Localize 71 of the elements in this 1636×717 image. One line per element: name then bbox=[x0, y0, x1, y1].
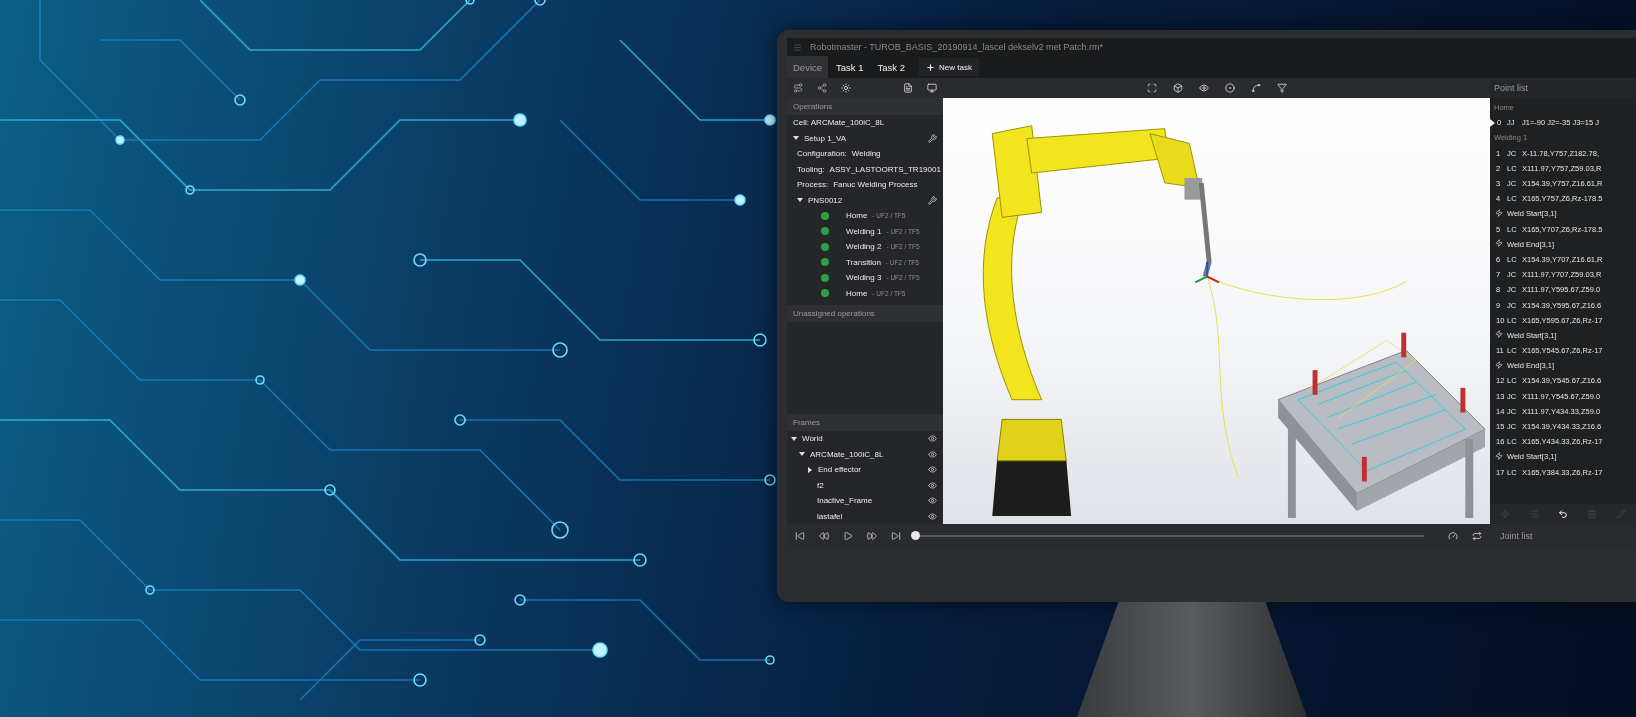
property-label: Tooling: bbox=[797, 164, 825, 174]
joint-list-tab[interactable]: Joint list bbox=[1490, 524, 1636, 548]
nodes-icon[interactable] bbox=[817, 83, 827, 93]
operation-name[interactable]: Home bbox=[846, 288, 868, 298]
skip-forward-button[interactable] bbox=[891, 531, 901, 541]
lightning-icon bbox=[1494, 330, 1503, 339]
rewind-button[interactable] bbox=[819, 531, 829, 541]
caret-right-icon[interactable] bbox=[807, 466, 813, 473]
panel-title: Point list bbox=[1494, 83, 1528, 93]
eye-icon[interactable] bbox=[928, 511, 937, 521]
fit-view-icon[interactable] bbox=[1146, 83, 1157, 93]
frame-name[interactable]: f2 bbox=[817, 480, 824, 490]
lightning-icon bbox=[1499, 509, 1510, 519]
skip-back-button[interactable] bbox=[795, 531, 805, 541]
operation-name[interactable]: Welding 2 bbox=[846, 242, 882, 252]
monitor-icon[interactable] bbox=[927, 83, 937, 93]
operation-name[interactable]: Transition bbox=[846, 257, 881, 267]
frame-name[interactable]: Inactive_Frame bbox=[817, 496, 873, 506]
setup-name[interactable]: Setup 1_VA bbox=[804, 133, 847, 143]
section-title: Unassigned operations bbox=[793, 309, 875, 318]
lightning-icon bbox=[1494, 239, 1503, 248]
wrench-icon[interactable] bbox=[928, 133, 937, 143]
caret-down-icon[interactable] bbox=[793, 135, 799, 142]
timeline-thumb[interactable] bbox=[911, 531, 920, 540]
property-label: Configuration: bbox=[797, 149, 847, 159]
loop-button[interactable] bbox=[1472, 531, 1482, 541]
property-value: Fanuc Welding Process bbox=[833, 180, 918, 190]
lightning-icon bbox=[1494, 208, 1503, 217]
tab[interactable]: Device bbox=[787, 56, 829, 78]
filter-icon[interactable] bbox=[1276, 83, 1287, 93]
eye-icon[interactable] bbox=[1198, 83, 1209, 93]
frame-name[interactable]: ARCMate_100iC_8L bbox=[810, 449, 884, 459]
window-title: Robotmaster - TUROB_BASIS_20190914_lascel dekselv2 met Patch.rm* bbox=[810, 42, 1103, 52]
curve-icon[interactable] bbox=[1250, 83, 1261, 93]
eye-icon[interactable] bbox=[928, 449, 937, 459]
cell-label[interactable]: Cell: ARCMate_100iC_8L bbox=[793, 118, 885, 128]
play-button[interactable] bbox=[843, 531, 853, 541]
frame-name[interactable]: lastafel bbox=[817, 511, 843, 521]
new-task-button[interactable]: New task bbox=[919, 58, 979, 76]
path-icon[interactable] bbox=[793, 83, 803, 93]
eye-icon[interactable] bbox=[928, 496, 937, 506]
section-title: Frames bbox=[793, 418, 821, 427]
eye-icon[interactable] bbox=[928, 480, 937, 490]
lightning-icon bbox=[1494, 451, 1503, 460]
plus-icon bbox=[926, 62, 935, 72]
property-label: Process: bbox=[797, 180, 829, 190]
undo-icon bbox=[1557, 509, 1568, 519]
program-name[interactable]: PNS0012 bbox=[808, 195, 843, 205]
caret-down-icon[interactable] bbox=[797, 197, 803, 204]
tab[interactable]: Task 1 bbox=[830, 56, 870, 78]
caret-down-icon[interactable] bbox=[799, 451, 805, 458]
frame-name[interactable]: World bbox=[802, 434, 823, 444]
document-icon[interactable] bbox=[903, 83, 913, 93]
tab[interactable]: Task 2 bbox=[871, 56, 911, 78]
operation-name[interactable]: Welding 3 bbox=[846, 273, 882, 283]
property-value: ASSY_LASTOORTS_TR19001 bbox=[829, 164, 941, 174]
section-title: Operations bbox=[793, 102, 833, 111]
lightning-icon bbox=[1494, 360, 1503, 369]
cube-icon[interactable] bbox=[1172, 83, 1183, 93]
property-value: Welding bbox=[851, 149, 881, 159]
eye-icon[interactable] bbox=[928, 434, 937, 444]
eye-icon[interactable] bbox=[928, 465, 937, 475]
caret-down-icon[interactable] bbox=[791, 435, 797, 442]
fast-forward-button[interactable] bbox=[867, 531, 877, 541]
wrench-icon[interactable] bbox=[928, 195, 937, 205]
trash-icon bbox=[1587, 509, 1598, 519]
frame-name[interactable]: End effector bbox=[818, 465, 861, 475]
operation-name[interactable]: Welding 1 bbox=[846, 226, 882, 236]
pencil-icon bbox=[1616, 509, 1627, 519]
operation-name[interactable]: Home bbox=[846, 211, 868, 221]
speed-button[interactable] bbox=[1448, 531, 1458, 541]
